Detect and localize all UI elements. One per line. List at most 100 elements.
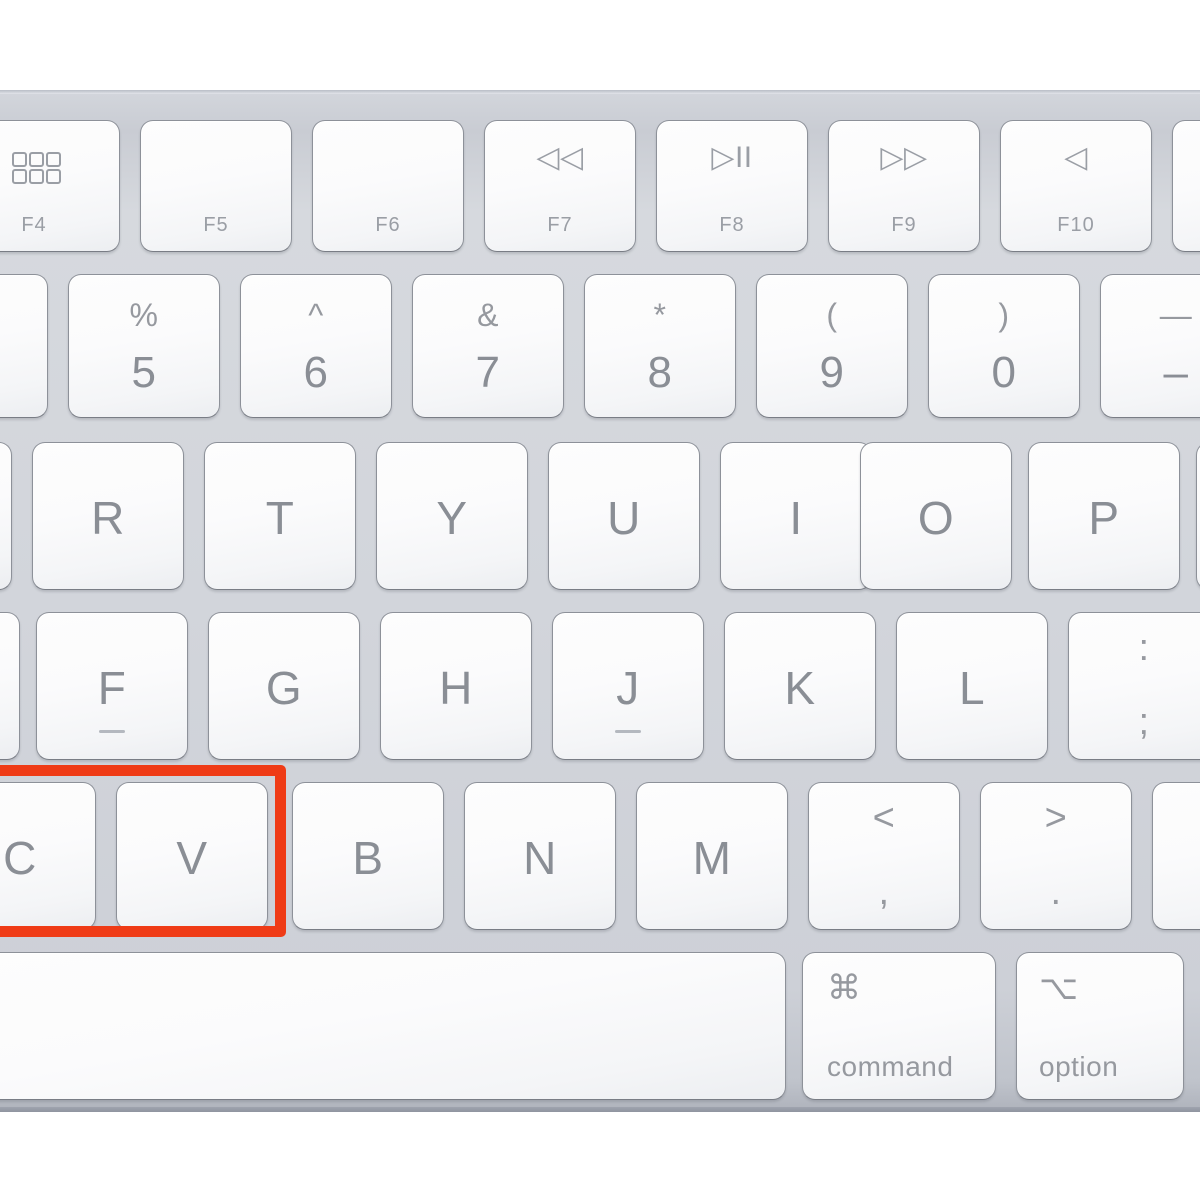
key-h[interactable]: H	[380, 612, 532, 760]
key-spacebar[interactable]	[0, 952, 786, 1100]
key-j[interactable]: J	[552, 612, 704, 760]
key-0[interactable]: ) 0	[928, 274, 1080, 418]
key-f[interactable]: F	[36, 612, 188, 760]
key-v[interactable]: V	[116, 782, 268, 930]
key-g-label: G	[265, 662, 303, 714]
key-l[interactable]: L	[896, 612, 1048, 760]
key-5[interactable]: % 5	[68, 274, 220, 418]
home-bump-indicator-j	[615, 730, 641, 733]
key-y-label: Y	[436, 492, 468, 544]
key-d-partial[interactable]	[0, 612, 20, 760]
command-icon: ⌘	[827, 969, 862, 1007]
launchpad-grid-icon	[0, 143, 119, 184]
key-i-label: I	[789, 492, 803, 544]
key-f4-label: F4	[21, 214, 47, 236]
key-f11-partial[interactable]	[1172, 120, 1200, 252]
key-period-sup: >	[1044, 797, 1068, 839]
key-p[interactable]: P	[1028, 442, 1180, 590]
mute-icon: ◁	[1064, 141, 1088, 174]
fast-forward-icon: ▷▷	[880, 141, 928, 174]
key-semicolon-sub: ;	[1138, 701, 1150, 743]
key-semicolon-sup: :	[1138, 627, 1150, 669]
key-f5-label: F5	[203, 214, 229, 236]
key-f8-label: F8	[719, 214, 745, 236]
key-f10[interactable]: ◁ F10	[1000, 120, 1152, 252]
key-k[interactable]: K	[724, 612, 876, 760]
key-period[interactable]: > .	[980, 782, 1132, 930]
key-c[interactable]: C	[0, 782, 96, 930]
key-9[interactable]: ( 9	[756, 274, 908, 418]
key-u-label: U	[607, 492, 641, 544]
home-bump-indicator-f	[99, 730, 125, 733]
key-r[interactable]: R	[32, 442, 184, 590]
key-7-main: 7	[475, 348, 501, 397]
key-semicolon[interactable]: : ;	[1068, 612, 1200, 760]
key-f4[interactable]: F4	[0, 120, 120, 252]
key-o-label: O	[917, 492, 955, 544]
play-pause-icon: ▷II	[711, 141, 753, 174]
key-f9-label: F9	[891, 214, 917, 236]
key-t[interactable]: T	[204, 442, 356, 590]
key-8[interactable]: * 8	[584, 274, 736, 418]
key-g[interactable]: G	[208, 612, 360, 760]
key-f7-label: F7	[547, 214, 573, 236]
key-option-label: option	[1039, 1051, 1119, 1082]
key-b-label: B	[352, 832, 384, 884]
key-l-label: L	[958, 662, 986, 714]
key-t-label: T	[265, 492, 295, 544]
key-f-label: F	[97, 662, 127, 714]
keyboard-screenshot: F4 F5 F6 ◁◁ F7 ▷II F8 ▷▷ F9 ◁ F10 % 5 ^ …	[0, 0, 1200, 1200]
key-6[interactable]: ^ 6	[240, 274, 392, 418]
key-k-label: K	[784, 662, 816, 714]
key-comma-sup: <	[872, 797, 896, 839]
key-comma-sub: ,	[878, 871, 890, 913]
key-9-sup: (	[826, 297, 838, 333]
key-f6-label: F6	[375, 214, 401, 236]
key-f7[interactable]: ◁◁ F7	[484, 120, 636, 252]
key-8-sup: *	[653, 297, 667, 333]
key-o[interactable]: O	[860, 442, 1012, 590]
key-6-main: 6	[303, 348, 329, 397]
key-b[interactable]: B	[292, 782, 444, 930]
keyboard-chassis: F4 F5 F6 ◁◁ F7 ▷II F8 ▷▷ F9 ◁ F10 % 5 ^ …	[0, 90, 1200, 1112]
key-f9[interactable]: ▷▷ F9	[828, 120, 980, 252]
key-v-label: V	[176, 832, 208, 884]
key-m-label: M	[692, 832, 732, 884]
key-command-label: command	[827, 1051, 954, 1082]
key-7[interactable]: & 7	[412, 274, 564, 418]
key-minus-sup: —	[1159, 297, 1193, 333]
key-minus[interactable]: — –	[1100, 274, 1200, 418]
key-f8[interactable]: ▷II F8	[656, 120, 808, 252]
key-8-main: 8	[647, 348, 673, 397]
key-h-label: H	[439, 662, 473, 714]
key-e-partial[interactable]	[0, 442, 12, 590]
key-5-sup: %	[129, 297, 159, 333]
key-bracket-partial[interactable]	[1196, 442, 1200, 590]
key-comma[interactable]: < ,	[808, 782, 960, 930]
key-n[interactable]: N	[464, 782, 616, 930]
key-command-right[interactable]: ⌘ command	[802, 952, 996, 1100]
key-slash-partial[interactable]	[1152, 782, 1200, 930]
key-n-label: N	[523, 832, 557, 884]
key-6-sup: ^	[308, 297, 324, 333]
key-option-right[interactable]: ⌥ option	[1016, 952, 1184, 1100]
rewind-icon: ◁◁	[536, 141, 584, 174]
key-period-sub: .	[1050, 871, 1062, 913]
key-y[interactable]: Y	[376, 442, 528, 590]
key-r-label: R	[91, 492, 125, 544]
key-j-label: J	[616, 662, 640, 714]
key-i[interactable]: I	[720, 442, 872, 590]
key-9-main: 9	[819, 348, 845, 397]
key-m[interactable]: M	[636, 782, 788, 930]
key-5-main: 5	[131, 348, 157, 397]
key-p-label: P	[1088, 492, 1120, 544]
key-0-sup: )	[998, 297, 1010, 333]
key-u[interactable]: U	[548, 442, 700, 590]
key-f10-label: F10	[1057, 214, 1095, 236]
key-0-main: 0	[991, 348, 1017, 397]
key-f6[interactable]: F6	[312, 120, 464, 252]
option-icon: ⌥	[1039, 969, 1079, 1007]
key-f5[interactable]: F5	[140, 120, 292, 252]
key-c-label: C	[3, 832, 37, 884]
key-4-partial[interactable]	[0, 274, 48, 418]
